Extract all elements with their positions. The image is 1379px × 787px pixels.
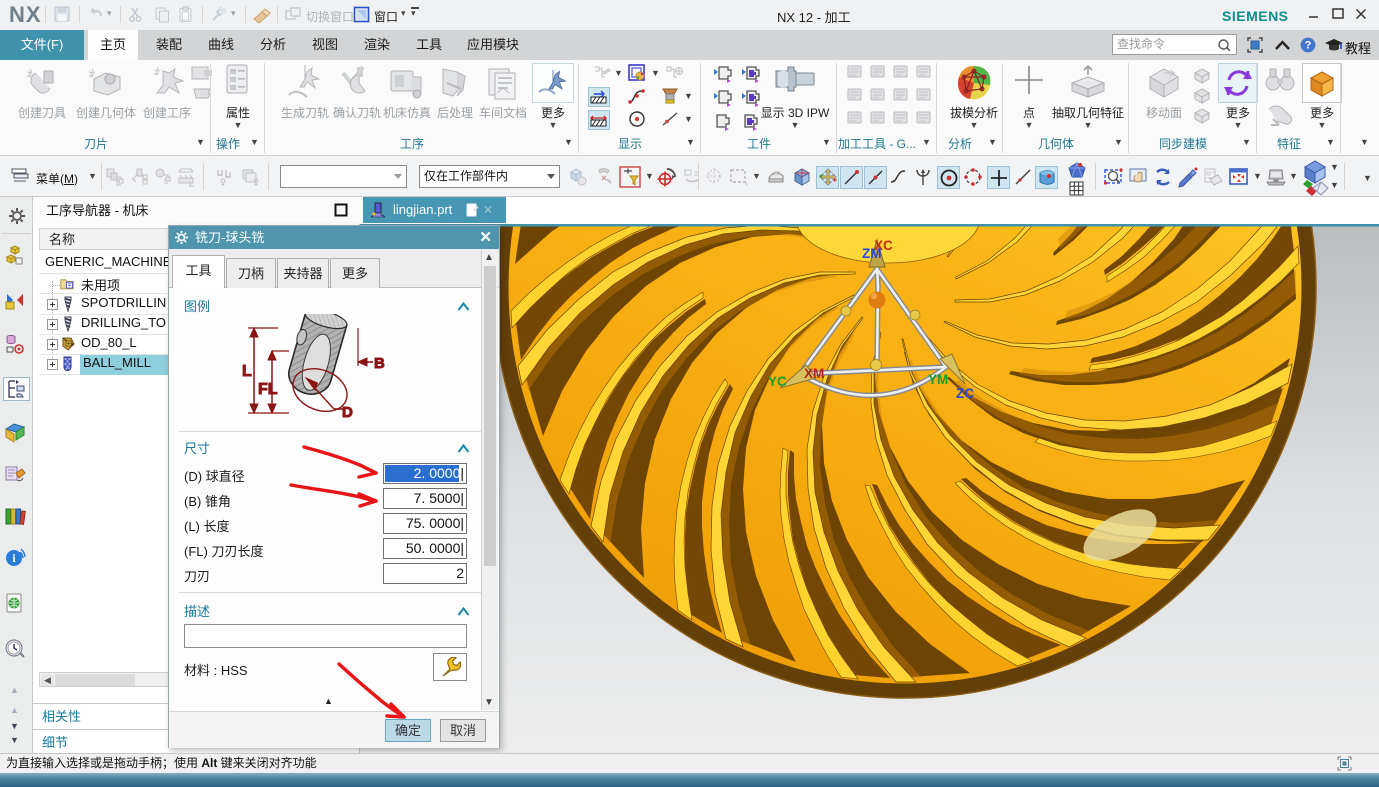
svg-text:XM: XM: [804, 366, 824, 381]
svg-text:D: D: [342, 404, 353, 421]
svg-text:YC: YC: [768, 374, 787, 389]
svg-text:ZM: ZM: [862, 246, 882, 261]
svg-text:ZC: ZC: [956, 386, 974, 401]
svg-text:YM: YM: [928, 372, 948, 387]
svg-text:B: B: [374, 355, 385, 372]
svg-text:?: ?: [1305, 40, 1312, 52]
svg-text:FL: FL: [258, 381, 278, 398]
svg-text:L: L: [242, 363, 252, 380]
